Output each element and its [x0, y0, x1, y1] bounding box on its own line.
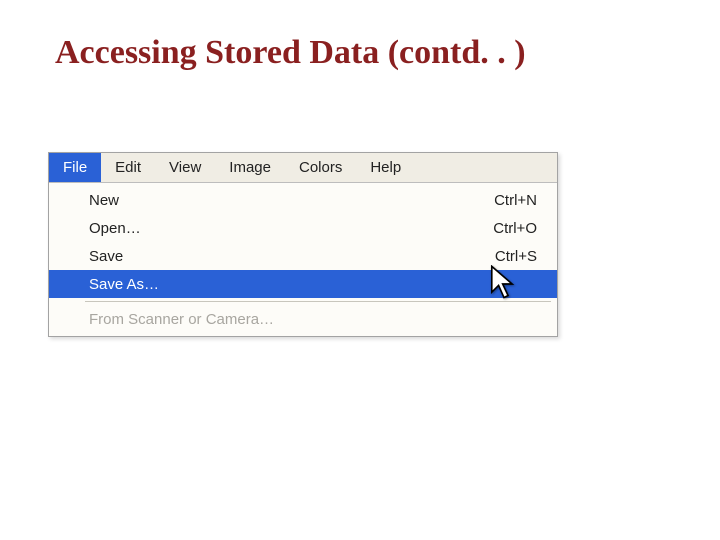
- slide-title: Accessing Stored Data (contd. . ): [55, 34, 526, 72]
- file-save-shortcut: Ctrl+S: [495, 248, 543, 265]
- menubar-file[interactable]: File: [49, 153, 101, 182]
- file-save-label: Save: [89, 248, 495, 265]
- file-save[interactable]: Save Ctrl+S: [49, 242, 557, 270]
- file-save-as[interactable]: Save As…: [49, 270, 557, 298]
- menubar-help[interactable]: Help: [356, 153, 415, 182]
- file-open-shortcut: Ctrl+O: [493, 220, 543, 237]
- menubar-image[interactable]: Image: [215, 153, 285, 182]
- file-new-label: New: [89, 192, 494, 209]
- file-dropdown: New Ctrl+N Open… Ctrl+O Save Ctrl+S Save…: [49, 183, 557, 336]
- file-save-as-label: Save As…: [89, 276, 543, 293]
- file-scanner-camera-label: From Scanner or Camera…: [89, 311, 543, 328]
- file-scanner-camera: From Scanner or Camera…: [49, 305, 557, 333]
- menubar: File Edit View Image Colors Help: [49, 153, 557, 183]
- menu-separator: [85, 301, 551, 302]
- file-new-shortcut: Ctrl+N: [494, 192, 543, 209]
- menubar-colors[interactable]: Colors: [285, 153, 356, 182]
- menubar-edit[interactable]: Edit: [101, 153, 155, 182]
- file-open[interactable]: Open… Ctrl+O: [49, 214, 557, 242]
- menu-window: File Edit View Image Colors Help New Ctr…: [48, 152, 558, 337]
- menubar-view[interactable]: View: [155, 153, 215, 182]
- file-new[interactable]: New Ctrl+N: [49, 186, 557, 214]
- file-open-label: Open…: [89, 220, 493, 237]
